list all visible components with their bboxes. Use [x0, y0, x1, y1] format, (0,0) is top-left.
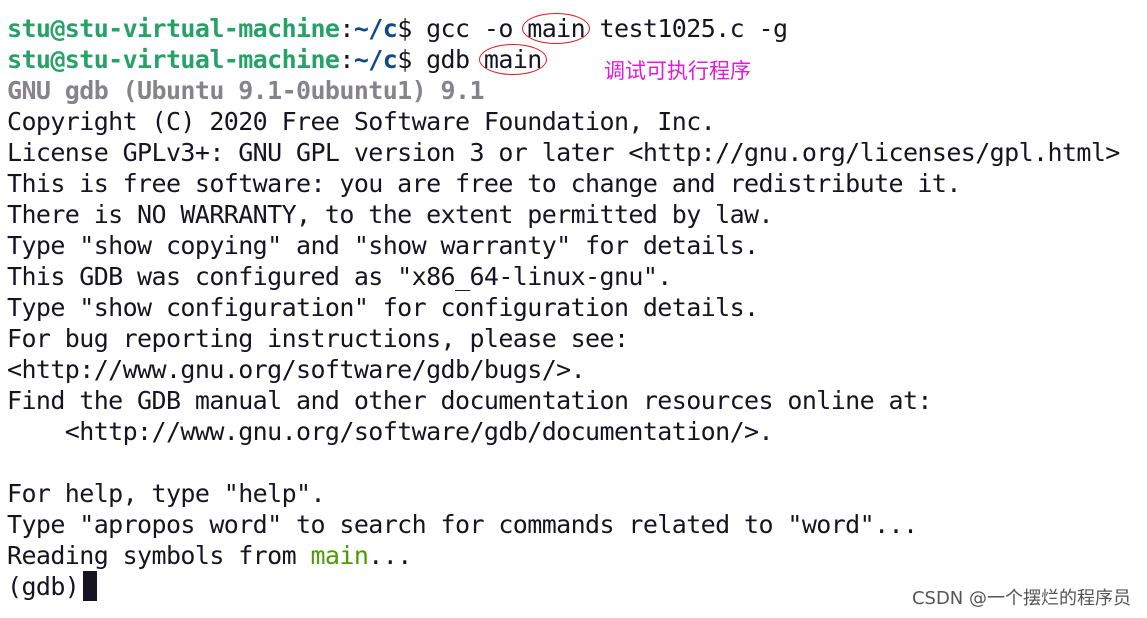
output-line: This is free software: you are free to c… [7, 169, 961, 198]
output-line: For bug reporting instructions, please s… [7, 324, 629, 353]
prompt-path: ~/c [353, 14, 398, 43]
reading-file: main [310, 541, 369, 570]
csdn-watermark: CSDN @一个摆烂的程序员 [911, 588, 1131, 609]
text-cursor [83, 571, 98, 601]
output-line: For help, type "help". [7, 479, 326, 508]
prompt-separator: : [339, 45, 354, 74]
reading-symbols-line: Reading symbols from main... [7, 540, 412, 571]
command-line-gdb: stu@stu-virtual-machine:~/c$ gdb main [7, 44, 547, 75]
output-line: Type "show configuration" for configurat… [7, 293, 759, 322]
terminal-window[interactable]: stu@stu-virtual-machine:~/c$ gcc -o main… [0, 0, 1147, 618]
gdb-prompt-line[interactable]: (gdb) [7, 571, 98, 602]
prompt-symbol: $ [397, 14, 412, 43]
reading-prefix: Reading symbols from [7, 541, 311, 570]
output-line: This GDB was configured as "x86_64-linux… [7, 262, 672, 291]
circled-executable-name: main [478, 44, 547, 75]
output-line: Copyright (C) 2020 Free Software Foundat… [7, 107, 716, 136]
gdb-version-line: GNU gdb (Ubuntu 9.1-0ubuntu1) 9.1 [7, 76, 485, 105]
output-line: There is NO WARRANTY, to the extent perm… [7, 200, 774, 229]
output-line: License GPLv3+: GNU GPL version 3 or lat… [7, 138, 1120, 167]
prompt-user-host: stu@stu-virtual-machine [7, 14, 340, 43]
prompt-user-host: stu@stu-virtual-machine [7, 45, 340, 74]
prompt-separator: : [339, 14, 354, 43]
output-line: <http://www.gnu.org/software/gdb/bugs/>. [7, 355, 586, 384]
output-line: Find the GDB manual and other documentat… [7, 386, 932, 415]
command-text: gdb [426, 45, 470, 74]
circled-output-name: main [522, 13, 591, 44]
prompt-symbol: $ [397, 45, 412, 74]
annotation-note: 调试可执行程序 [604, 59, 751, 83]
command-args: test1025.c -g [599, 14, 788, 43]
output-line: Type "show copying" and "show warranty" … [7, 231, 759, 260]
command-text: gcc -o [426, 14, 513, 43]
gdb-prompt: (gdb) [7, 572, 80, 601]
prompt-path: ~/c [353, 45, 398, 74]
reading-suffix: ... [368, 541, 412, 570]
output-line: <http://www.gnu.org/software/gdb/documen… [7, 417, 774, 446]
output-line: Type "apropos word" to search for comman… [7, 510, 918, 539]
command-line-compile: stu@stu-virtual-machine:~/c$ gcc -o main… [7, 13, 788, 44]
